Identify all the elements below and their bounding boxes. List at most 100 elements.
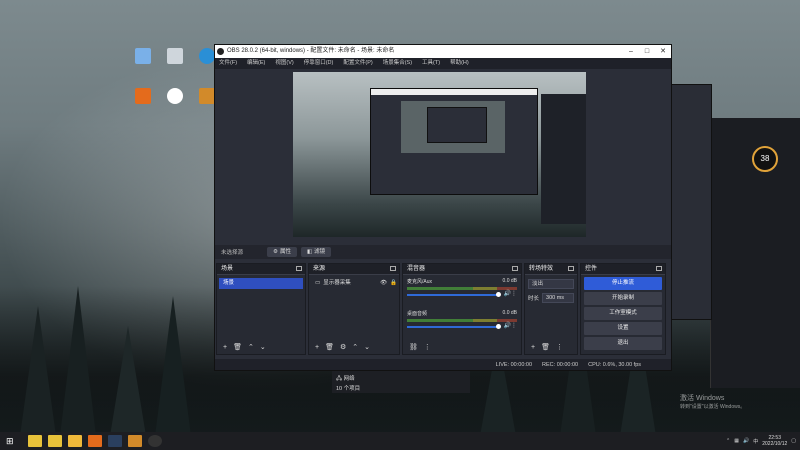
obs-taskbar-icon[interactable] xyxy=(147,435,162,447)
duration-label: 时长 xyxy=(528,296,540,302)
duration-input[interactable]: 300 ms xyxy=(542,293,574,303)
activation-watermark: 激活 Windows 转到"设置"以激活 Windows。 xyxy=(680,394,745,412)
menu-bar: 文件(F) 编辑(E) 视图(V) 停靠窗口(D) 配置文件(P) 场景集合(S… xyxy=(215,58,671,69)
wallpaper-tree xyxy=(155,296,191,436)
window-title: OBS 28.0.2 (64-bit, windows) - 配置文件: 未命名… xyxy=(227,48,395,54)
mixer-title: 混音器 xyxy=(407,266,426,272)
menu-scene-collection[interactable]: 场景集合(S) xyxy=(383,58,412,69)
mixer-channel: 桌面音频 0.0 dB 🔊⋮ xyxy=(403,307,521,329)
explorer-count: 10 个项目 xyxy=(336,386,361,392)
minimize-button[interactable]: – xyxy=(623,45,639,58)
notification-icon[interactable]: ▢ xyxy=(791,438,796,444)
settings-button[interactable]: 设置 xyxy=(584,322,662,335)
volume-slider[interactable]: 🔊⋮ xyxy=(407,322,517,329)
menu-view[interactable]: 视图(V) xyxy=(275,58,293,69)
start-recording-button[interactable]: 开始录制 xyxy=(584,292,662,305)
system-tray: ⌃ ▦ 🔊 中 22:53 2022/10/12 ▢ xyxy=(726,432,796,450)
add-icon[interactable]: + xyxy=(315,344,319,351)
wallpaper-tree xyxy=(20,306,56,436)
network-icon[interactable]: ▦ xyxy=(734,438,739,444)
speaker-icon[interactable]: 🔊 xyxy=(743,438,749,444)
studio-mode-button[interactable]: 工作室模式 xyxy=(584,307,662,320)
close-button[interactable]: ✕ xyxy=(655,45,671,58)
desktop-icon-recycle[interactable] xyxy=(162,48,188,66)
undock-icon[interactable] xyxy=(568,266,574,271)
chevron-down-icon[interactable]: ⌄ xyxy=(364,343,370,351)
trash-icon[interactable]: 🗑 xyxy=(233,343,242,351)
explorer-title: 网络 xyxy=(343,376,355,382)
game-icon[interactable] xyxy=(127,435,142,447)
ime-indicator[interactable]: 中 xyxy=(753,438,758,445)
lock-icon[interactable]: 🔒 xyxy=(390,278,397,289)
maximize-button[interactable]: □ xyxy=(639,45,655,58)
sources-dock: 来源 ▭ 显示器采集 👁 🔒 + 🗑 ⚙ ⌃ ⌄ xyxy=(308,263,400,355)
menu-dots-icon[interactable]: ⋮ xyxy=(556,343,563,351)
undock-icon[interactable] xyxy=(390,266,396,271)
menu-dots-icon[interactable]: ⋮ xyxy=(424,343,431,351)
game-icon xyxy=(199,88,215,104)
no-source-label: 未选择源 xyxy=(221,250,244,256)
gear-icon[interactable]: ⚙ xyxy=(340,343,346,351)
mixer-dock: 混音器 麦克风/Aux 0.0 dB 🔊⋮ 桌面音频 0.0 dB 🔊⋮ ⛓ ⋮ xyxy=(402,263,522,355)
clock-date: 2022/10/12 xyxy=(762,441,788,447)
menu-file[interactable]: 文件(F) xyxy=(219,58,237,69)
scenes-dock: 场景 场景 + 🗑 ⌃ ⌄ xyxy=(216,263,306,355)
menu-tools[interactable]: 工具(T) xyxy=(422,58,440,69)
speaker-icon[interactable]: 🔊⋮ xyxy=(504,290,517,297)
volume-slider[interactable]: 🔊⋮ xyxy=(407,290,517,297)
network-icon: 🖧 xyxy=(336,376,343,382)
app-taskbar-icon[interactable] xyxy=(87,435,102,447)
desktop-icon-app1[interactable] xyxy=(130,88,156,106)
transitions-dock: 转场特效 淡出 时长 300 ms + 🗑 ⋮ xyxy=(524,263,578,355)
undock-icon[interactable] xyxy=(656,266,662,271)
preview-canvas[interactable] xyxy=(293,72,586,237)
filter-icon: ◧ xyxy=(306,249,313,255)
app-taskbar-icon[interactable] xyxy=(47,435,62,447)
menu-help[interactable]: 帮助(H) xyxy=(450,58,469,69)
scene-item[interactable]: 场景 xyxy=(219,278,303,289)
stop-streaming-button[interactable]: 停止推流 xyxy=(584,277,662,290)
eye-icon[interactable]: 👁 xyxy=(380,278,387,289)
app-taskbar-icon[interactable] xyxy=(27,435,42,447)
link-icon[interactable]: ⛓ xyxy=(409,343,418,351)
wallpaper-tree xyxy=(60,286,96,436)
transitions-title: 转场特效 xyxy=(529,266,554,272)
monitor-icon: ▭ xyxy=(315,280,321,286)
obs-window: OBS 28.0.2 (64-bit, windows) - 配置文件: 未命名… xyxy=(214,44,672,371)
watermark-title: 激活 Windows xyxy=(680,395,725,402)
chevron-up-icon[interactable]: ⌃ xyxy=(248,343,254,351)
exit-button[interactable]: 退出 xyxy=(584,337,662,350)
menu-profile[interactable]: 配置文件(P) xyxy=(343,58,372,69)
title-bar[interactable]: OBS 28.0.2 (64-bit, windows) - 配置文件: 未命名… xyxy=(215,45,671,58)
explorer-window[interactable]: 🖧 网络 10 个项目 xyxy=(332,371,470,393)
sources-title: 来源 xyxy=(313,266,326,272)
live-status: LIVE: 00:00:00 xyxy=(495,361,533,368)
clock[interactable]: 22:53 2022/10/12 xyxy=(762,435,787,447)
filters-button[interactable]: ◧ 滤镜 xyxy=(300,247,332,257)
chevron-down-icon[interactable]: ⌄ xyxy=(260,343,266,351)
chevron-up-icon[interactable]: ⌃ xyxy=(352,343,358,351)
undock-icon[interactable] xyxy=(296,266,302,271)
menu-docks[interactable]: 停靠窗口(D) xyxy=(304,58,334,69)
folder-icon[interactable] xyxy=(67,435,82,447)
menu-edit[interactable]: 编辑(E) xyxy=(247,58,265,69)
controls-title: 控件 xyxy=(585,266,598,272)
desktop-icon-computer[interactable] xyxy=(130,48,156,66)
properties-button[interactable]: ⚙ 属性 xyxy=(267,247,297,257)
speaker-icon[interactable]: 🔊⋮ xyxy=(504,322,517,329)
undock-icon[interactable] xyxy=(512,266,518,271)
steam-icon[interactable] xyxy=(107,435,122,447)
windows-start-icon[interactable]: ⊞ xyxy=(6,436,14,447)
desktop-icon-clock[interactable] xyxy=(162,88,188,106)
computer-icon xyxy=(135,48,151,64)
recycle-bin-icon xyxy=(167,48,183,64)
add-icon[interactable]: + xyxy=(223,344,227,351)
transition-select[interactable]: 淡出 xyxy=(528,279,574,289)
edge-icon xyxy=(199,48,215,64)
add-icon[interactable]: + xyxy=(531,344,535,351)
source-item[interactable]: ▭ 显示器采集 👁 🔒 xyxy=(311,278,397,289)
chevron-up-icon[interactable]: ⌃ xyxy=(726,438,730,444)
trash-icon[interactable]: 🗑 xyxy=(325,343,334,351)
channel-db: 0.0 dB xyxy=(502,278,517,284)
trash-icon[interactable]: 🗑 xyxy=(541,343,550,351)
